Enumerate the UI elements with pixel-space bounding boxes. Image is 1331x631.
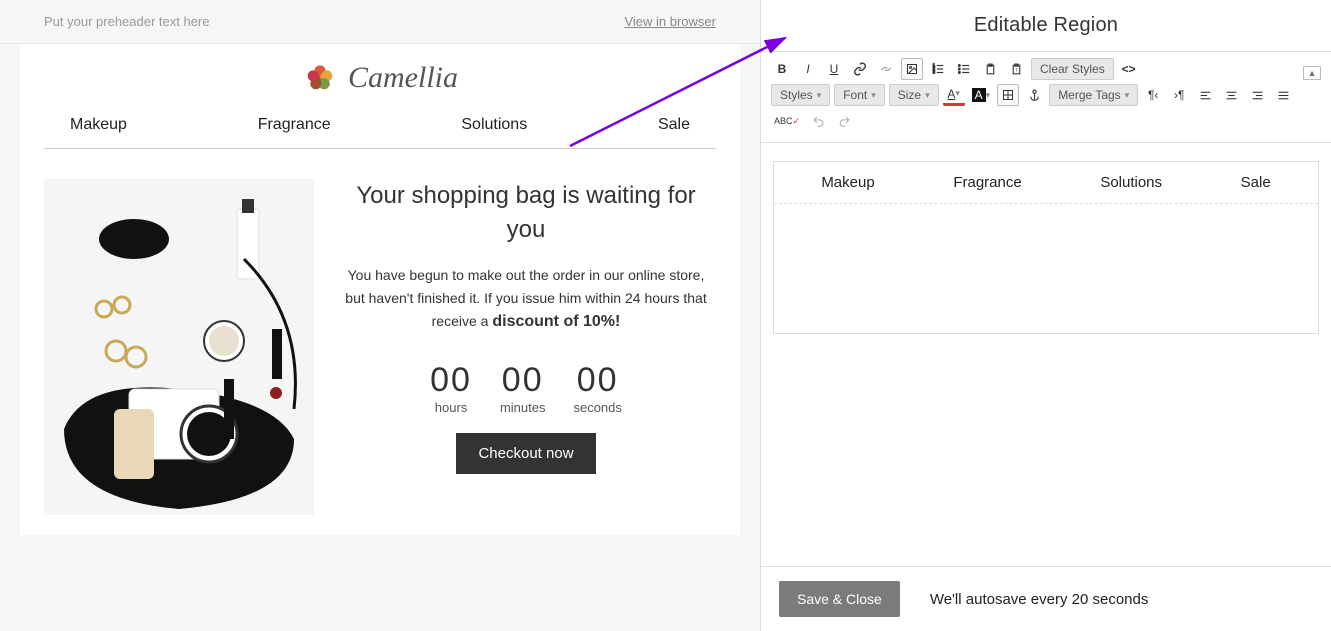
content-row: Your shopping bag is waiting for you You… (44, 179, 716, 515)
editor-title: Editable Region (761, 0, 1331, 52)
product-image (44, 179, 314, 515)
align-right-button[interactable] (1246, 84, 1268, 106)
anchor-button[interactable] (1023, 84, 1045, 106)
editable-content[interactable]: Makeup Fragrance Solutions Sale (773, 161, 1319, 334)
clear-styles-button[interactable]: Clear Styles (1031, 58, 1114, 80)
view-in-browser-link[interactable]: View in browser (624, 14, 716, 29)
italic-button[interactable]: I (797, 58, 819, 80)
nav-item-fragrance[interactable]: Fragrance (258, 116, 331, 134)
hero-body: You have begun to make out the order in … (336, 264, 716, 334)
undo-button[interactable] (807, 110, 829, 132)
svg-text:3: 3 (933, 70, 936, 75)
unordered-list-button[interactable] (953, 58, 975, 80)
countdown: 00 hours 00 minutes 00 seconds (336, 361, 716, 415)
seconds-value: 00 (573, 361, 621, 400)
edit-nav-makeup[interactable]: Makeup (821, 174, 874, 191)
nav-item-sale[interactable]: Sale (658, 116, 690, 134)
source-code-button[interactable]: <> (1118, 58, 1140, 80)
hours-label: hours (430, 400, 472, 415)
paste-button[interactable] (979, 58, 1001, 80)
autosave-notice: We'll autosave every 20 seconds (930, 591, 1149, 608)
editor-footer: Save & Close We'll autosave every 20 sec… (761, 566, 1331, 631)
merge-tags-dropdown[interactable]: Merge Tags▾ (1049, 84, 1138, 106)
text-color-button[interactable]: A▾ (943, 84, 965, 106)
styles-dropdown[interactable]: Styles▾ (771, 84, 830, 106)
save-close-button[interactable]: Save & Close (779, 581, 900, 617)
edit-blank-area[interactable] (774, 203, 1318, 333)
email-body: Camellia Makeup Fragrance Solutions Sale (20, 44, 740, 535)
bold-button[interactable]: B (771, 58, 793, 80)
redo-button[interactable] (833, 110, 855, 132)
edit-nav-fragrance[interactable]: Fragrance (953, 174, 1021, 191)
edit-nav-solutions[interactable]: Solutions (1100, 174, 1162, 191)
edit-nav-sale[interactable]: Sale (1241, 174, 1271, 191)
image-button[interactable] (901, 58, 923, 80)
email-preview-panel: Put your preheader text here View in bro… (0, 0, 760, 631)
preheader-row: Put your preheader text here View in bro… (0, 0, 760, 44)
minutes-value: 00 (500, 361, 546, 400)
rtl-button[interactable]: ›¶ (1168, 84, 1190, 106)
counter-seconds: 00 seconds (573, 361, 621, 415)
editor-panel: Editable Region ▴ B I U 123 (760, 0, 1331, 631)
counter-hours: 00 hours (430, 361, 472, 415)
seconds-label: seconds (573, 400, 621, 415)
hero-body-bold: discount of 10%! (492, 313, 620, 330)
hours-value: 00 (430, 361, 472, 400)
paste-text-button[interactable]: T (1005, 58, 1027, 80)
align-justify-button[interactable] (1272, 84, 1294, 106)
brand-name: Camellia (348, 61, 458, 95)
size-dropdown[interactable]: Size▾ (889, 84, 939, 106)
svg-text:T: T (1015, 67, 1018, 72)
unlink-button[interactable] (875, 58, 897, 80)
underline-button[interactable]: U (823, 58, 845, 80)
nav-item-solutions[interactable]: Solutions (461, 116, 527, 134)
ltr-button[interactable]: ¶‹ (1142, 84, 1164, 106)
email-nav: Makeup Fragrance Solutions Sale (44, 108, 716, 149)
font-dropdown[interactable]: Font▾ (834, 84, 885, 106)
brand-flower-icon (302, 60, 338, 96)
table-button[interactable] (997, 84, 1019, 106)
editor-padding (761, 352, 1331, 572)
align-center-button[interactable] (1220, 84, 1242, 106)
hero-heading: Your shopping bag is waiting for you (336, 179, 716, 246)
hero-text: Your shopping bag is waiting for you You… (336, 179, 716, 515)
ordered-list-button[interactable]: 123 (927, 58, 949, 80)
logo: Camellia (44, 44, 716, 108)
link-button[interactable] (849, 58, 871, 80)
counter-minutes: 00 minutes (500, 361, 546, 415)
spellcheck-button[interactable]: ABC✓ (771, 110, 803, 132)
editor-toolbar: ▴ B I U 123 T (761, 52, 1331, 143)
collapse-toolbar-icon[interactable]: ▴ (1303, 66, 1321, 80)
checkout-button[interactable]: Checkout now (456, 433, 595, 474)
preheader-text[interactable]: Put your preheader text here (44, 14, 210, 29)
align-left-button[interactable] (1194, 84, 1216, 106)
nav-item-makeup[interactable]: Makeup (70, 116, 127, 134)
bg-color-button[interactable]: A▾ (969, 84, 994, 106)
minutes-label: minutes (500, 400, 546, 415)
